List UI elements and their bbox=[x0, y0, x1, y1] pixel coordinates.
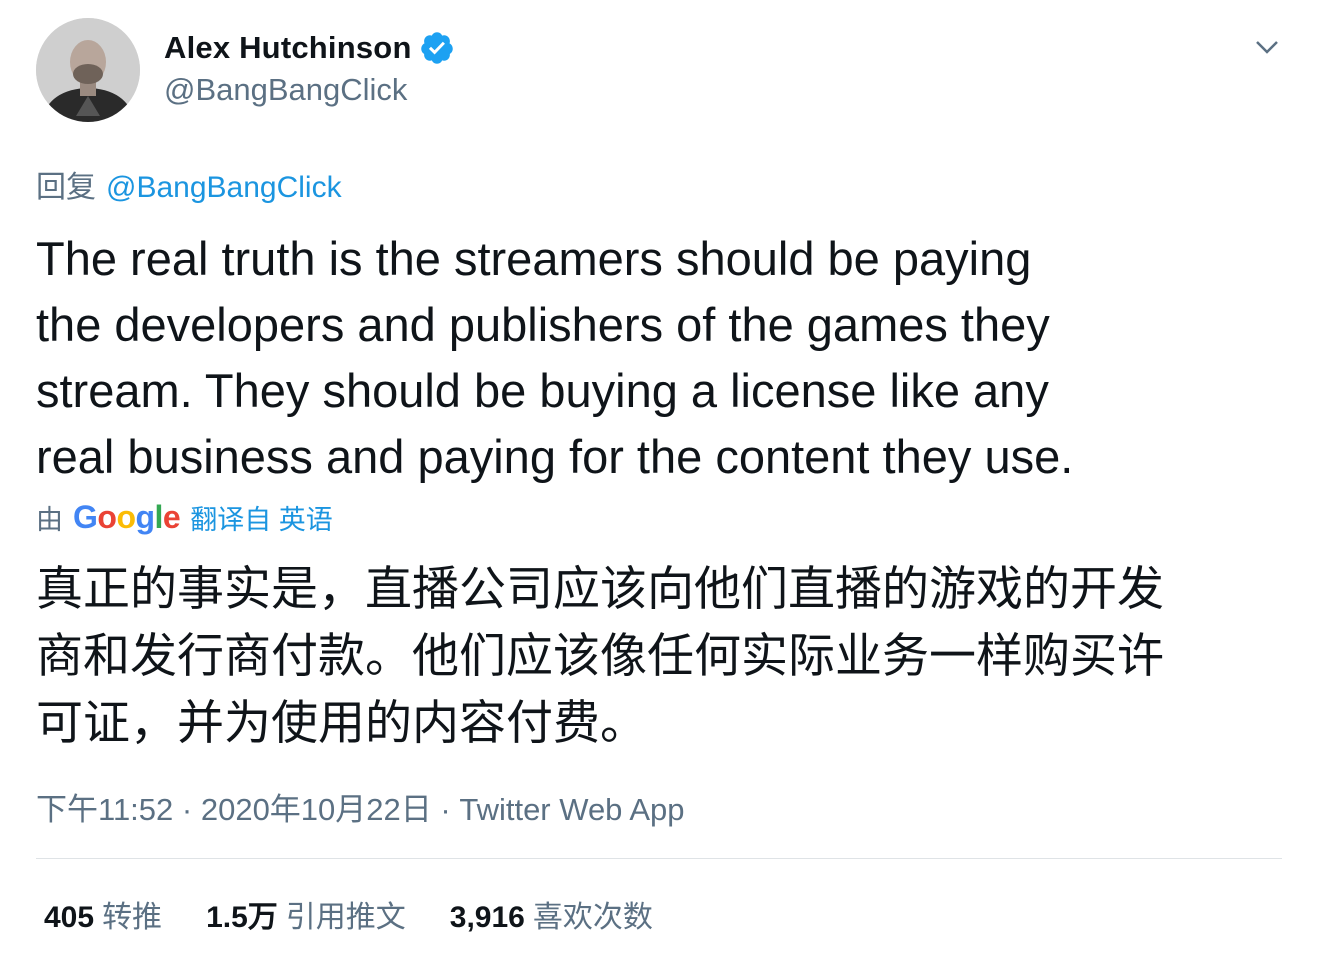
quotes-label: 引用推文 bbox=[285, 901, 406, 934]
avatar[interactable] bbox=[36, 18, 140, 122]
tweet-source-link[interactable]: Twitter Web App bbox=[459, 792, 684, 827]
translation-by: 由 bbox=[36, 505, 63, 535]
retweets-count: 405 bbox=[44, 901, 95, 934]
tweet-line: real business and paying for the content… bbox=[36, 430, 1074, 483]
likes-label: 喜欢次数 bbox=[532, 901, 653, 934]
likes-stat[interactable]: 3,916 喜欢次数 bbox=[450, 892, 653, 936]
tweet-meta: 下午11:52 · 2020年10月22日 · Twitter Web App bbox=[36, 784, 685, 829]
tweet-stats: 405 转推 1.5万 引用推文 3,916 喜欢次数 bbox=[44, 892, 697, 936]
divider bbox=[36, 858, 1282, 859]
tweet-line: the developers and publishers of the gam… bbox=[36, 298, 1050, 351]
google-logo: Google bbox=[73, 499, 181, 535]
translation-attribution: 由 Google 翻译自 英语 bbox=[36, 498, 333, 537]
translated-line: 商和发行商付款。他们应该像任何实际业务一样购买许 bbox=[36, 629, 1164, 684]
reply-context: 回复 @BangBangClick bbox=[36, 162, 342, 206]
retweets-stat[interactable]: 405 转推 bbox=[44, 892, 162, 936]
author-name[interactable]: Alex Hutchinson bbox=[164, 30, 412, 66]
tweet-date[interactable]: 2020年10月22日 bbox=[201, 792, 432, 827]
quotes-stat[interactable]: 1.5万 引用推文 bbox=[206, 892, 406, 936]
translated-text: 真正的事实是，直播公司应该向他们直播的游戏的开发 商和发行商付款。他们应该像任何… bbox=[36, 556, 1276, 757]
translation-source-link[interactable]: 翻译自 英语 bbox=[190, 498, 333, 537]
retweets-label: 转推 bbox=[102, 901, 163, 934]
tweet-line: The real truth is the streamers should b… bbox=[36, 232, 1032, 285]
quotes-count: 1.5万 bbox=[206, 901, 278, 934]
author-handle[interactable]: @BangBangClick bbox=[164, 72, 407, 108]
verified-badge-icon bbox=[419, 30, 455, 66]
likes-count: 3,916 bbox=[449, 901, 525, 934]
reply-prefix: 回复 bbox=[36, 171, 96, 204]
reply-mention-link[interactable]: @BangBangClick bbox=[106, 171, 342, 204]
translated-line: 真正的事实是，直播公司应该向他们直播的游戏的开发 bbox=[36, 562, 1164, 617]
meta-separator: · bbox=[173, 792, 201, 827]
translated-line: 可证，并为使用的内容付费。 bbox=[36, 696, 647, 751]
meta-separator: · bbox=[431, 792, 460, 827]
chevron-down-icon[interactable] bbox=[1252, 32, 1282, 62]
tweet-time[interactable]: 下午11:52 bbox=[36, 792, 173, 827]
tweet-text: The real truth is the streamers should b… bbox=[36, 226, 1266, 490]
tweet-line: stream. They should be buying a license … bbox=[36, 364, 1049, 417]
